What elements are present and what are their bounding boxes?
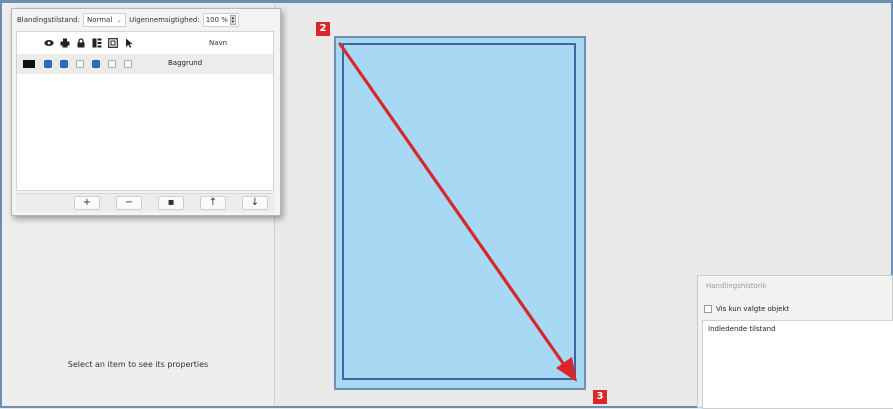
blend-mode-select[interactable]: Normal ⌄ — [82, 13, 127, 27]
properties-empty-text: Select an item to see its properties — [67, 360, 209, 369]
history-filter-row[interactable]: Vis kun valgte objekt — [704, 305, 789, 313]
layers-button-bar: + − ▪ ↑ ↓ — [16, 193, 274, 212]
layers-toolbar: Blandingstilstand: Normal ⌄ Uigennemsigt… — [17, 13, 239, 27]
flatten-checkbox[interactable] — [92, 60, 100, 68]
raise-layer-button[interactable]: ↑ — [200, 196, 226, 210]
name-column-header: Navn — [209, 39, 228, 47]
printer-icon[interactable] — [60, 38, 70, 48]
eye-icon[interactable] — [44, 38, 54, 48]
opacity-value: 100 % — [205, 16, 228, 24]
blend-mode-value: Normal — [86, 16, 113, 24]
flatten-icon[interactable] — [92, 38, 102, 48]
history-list: Indledende tilstand — [702, 320, 893, 409]
cursor-icon[interactable] — [124, 38, 134, 48]
outline-icon[interactable] — [108, 38, 118, 48]
history-title: Handlingshistorik — [706, 282, 767, 290]
blend-mode-label: Blandingstilstand: — [17, 16, 80, 24]
selected-only-label[interactable]: Vis kun valgte objekt — [716, 305, 789, 313]
visible-checkbox[interactable] — [44, 60, 52, 68]
spin-arrows-icon[interactable]: ▴ ▾ — [229, 15, 236, 25]
opacity-spinbox[interactable]: 100 % ▴ ▾ — [202, 13, 239, 27]
remove-layer-button[interactable]: − — [116, 196, 142, 210]
locked-checkbox[interactable] — [76, 60, 84, 68]
add-layer-button[interactable]: + — [74, 196, 100, 210]
layer-name[interactable]: Baggrund — [168, 59, 202, 67]
step-marker-end: 3 — [593, 390, 607, 404]
history-panel: Handlingshistorik Vis kun valgte objekt … — [697, 275, 893, 409]
layers-list: Navn Baggrund — [16, 31, 274, 191]
step-marker-start: 2 — [316, 22, 330, 36]
layer-color-swatch[interactable] — [23, 60, 35, 68]
layers-dialog: Blandingstilstand: Normal ⌄ Uigennemsigt… — [11, 8, 281, 216]
printable-checkbox[interactable] — [60, 60, 68, 68]
layers-header: Navn — [17, 32, 273, 54]
lower-layer-button[interactable]: ↓ — [242, 196, 268, 210]
duplicate-layer-button[interactable]: ▪ — [158, 196, 184, 210]
selectable-checkbox[interactable] — [124, 60, 132, 68]
layer-row[interactable]: Baggrund — [17, 54, 273, 74]
chevron-down-icon: ⌄ — [116, 16, 123, 24]
opacity-label: Uigennemsigtighed: — [129, 16, 200, 24]
lock-icon[interactable] — [76, 38, 86, 48]
history-item[interactable]: Indledende tilstand — [708, 325, 776, 333]
rectangle-frame[interactable] — [342, 43, 576, 380]
selected-only-checkbox[interactable] — [704, 305, 712, 313]
outline-checkbox[interactable] — [108, 60, 116, 68]
